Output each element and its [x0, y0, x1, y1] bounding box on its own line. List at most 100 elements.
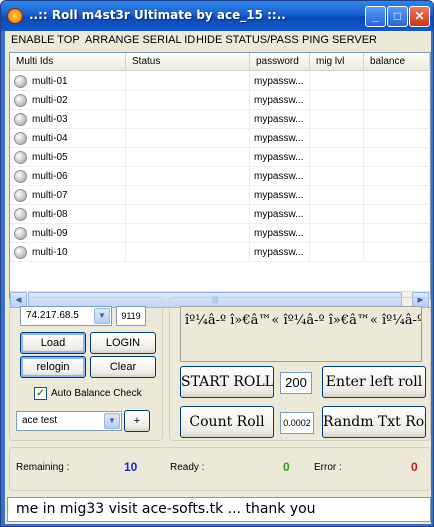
- error-count: 0: [411, 460, 418, 474]
- list-row[interactable]: multi-08 mypassw...: [10, 205, 430, 224]
- app-window: ..:: Roll m4st3r Ultimate by ace_15 ::..…: [0, 0, 434, 527]
- row-balance-cell: [364, 243, 430, 262]
- ready-label: Ready :: [170, 462, 205, 473]
- row-status-cell: [126, 129, 250, 148]
- row-multi-id: multi-03: [32, 114, 68, 125]
- room-select[interactable]: ace test ▼: [16, 411, 122, 431]
- row-status-cell: [126, 148, 250, 167]
- row-mig-lvl-cell: [310, 205, 364, 224]
- server-port-field[interactable]: 9119: [116, 306, 146, 326]
- row-password-cell: mypassw...: [250, 243, 310, 262]
- menu-enable-top[interactable]: ENABLE TOP: [11, 34, 80, 46]
- status-dot-icon: [14, 246, 27, 259]
- row-password: mypassw...: [254, 152, 304, 163]
- column-password[interactable]: password: [250, 53, 310, 71]
- list-row[interactable]: multi-02 mypassw...: [10, 91, 430, 110]
- row-status-cell: [126, 243, 250, 262]
- minimize-button[interactable]: _: [365, 6, 386, 27]
- footer-text: me in mig33 visit ace-softs.tk ... thank…: [16, 501, 316, 517]
- roll-panel: îº¼â-º î»€â™« îº¼â-º î»€â™« îº¼â-º î» ST…: [169, 297, 431, 441]
- row-multi-id: multi-07: [32, 190, 68, 201]
- row-password: mypassw...: [254, 247, 304, 258]
- row-password: mypassw...: [254, 133, 304, 144]
- row-balance-cell: [364, 205, 430, 224]
- footer-message: me in mig33 visit ace-softs.tk ... thank…: [7, 497, 431, 522]
- row-multi-id: multi-09: [32, 228, 68, 239]
- random-text-roll-button[interactable]: Randm Txt Roll: [322, 406, 426, 438]
- row-password: mypassw...: [254, 190, 304, 201]
- auto-balance-checkbox[interactable]: ✓: [34, 387, 47, 400]
- marquee-text: îº¼â-º î»€â™« îº¼â-º î»€â™« îº¼â-º î»: [185, 313, 422, 328]
- client-area: ENABLE TOP ARRANGE SERIAL ID HIDE STATUS…: [5, 31, 431, 524]
- row-multi-id-cell: multi-08: [10, 205, 126, 224]
- row-multi-id-cell: multi-09: [10, 224, 126, 243]
- enter-left-roll-button[interactable]: Enter left roll: [322, 366, 426, 398]
- row-balance-cell: [364, 110, 430, 129]
- list-row[interactable]: multi-10 mypassw...: [10, 243, 430, 262]
- row-balance-cell: [364, 186, 430, 205]
- close-button[interactable]: ✕: [409, 6, 430, 27]
- row-multi-id: multi-02: [32, 95, 68, 106]
- menu-ping-server[interactable]: PING SERVER: [302, 34, 377, 46]
- remaining-count: 10: [124, 460, 138, 474]
- row-password-cell: mypassw...: [250, 205, 310, 224]
- row-balance-cell: [364, 167, 430, 186]
- clear-button[interactable]: Clear: [90, 356, 156, 378]
- row-password: mypassw...: [254, 76, 304, 87]
- chevron-down-icon[interactable]: ▼: [94, 308, 110, 324]
- list-row[interactable]: multi-03 mypassw...: [10, 110, 430, 129]
- row-mig-lvl-cell: [310, 91, 364, 110]
- row-multi-id: multi-10: [32, 247, 68, 258]
- roll-count-field[interactable]: 200: [280, 372, 312, 394]
- row-password: mypassw...: [254, 171, 304, 182]
- list-row[interactable]: multi-05 mypassw...: [10, 148, 430, 167]
- auto-balance-label: Auto Balance Check: [51, 388, 142, 399]
- row-password-cell: mypassw...: [250, 224, 310, 243]
- row-password-cell: mypassw...: [250, 167, 310, 186]
- list-row[interactable]: multi-01 mypassw...: [10, 72, 430, 91]
- row-mig-lvl-cell: [310, 243, 364, 262]
- roll-delay-field[interactable]: 0.0002: [280, 412, 314, 434]
- status-summary: Remaining : 10 Ready : 0 Error : 0: [9, 447, 431, 491]
- title-bar[interactable]: ..:: Roll m4st3r Ultimate by ace_15 ::..…: [1, 1, 433, 31]
- ready-count: 0: [283, 460, 290, 474]
- relogin-button[interactable]: relogin: [20, 356, 86, 378]
- row-status-cell: [126, 186, 250, 205]
- load-button[interactable]: Load: [20, 332, 86, 354]
- count-roll-button[interactable]: Count Roll: [180, 406, 274, 438]
- menu-hide-status-pass[interactable]: HIDE STATUS/PASS: [196, 34, 299, 46]
- start-roll-button[interactable]: START ROLL: [180, 366, 274, 398]
- row-password: mypassw...: [254, 228, 304, 239]
- login-button[interactable]: LOGIN: [90, 332, 156, 354]
- multi-id-list[interactable]: Multi Ids Status password mig lvl balanc…: [9, 52, 431, 308]
- remaining-label: Remaining :: [16, 462, 70, 473]
- status-dot-icon: [14, 132, 27, 145]
- status-dot-icon: [14, 75, 27, 88]
- list-row[interactable]: multi-06 mypassw...: [10, 167, 430, 186]
- column-mig-lvl[interactable]: mig lvl: [310, 53, 364, 71]
- row-multi-id: multi-08: [32, 209, 68, 220]
- server-ip-select[interactable]: 74.217.68.5 ▼: [20, 306, 112, 326]
- row-multi-id-cell: multi-05: [10, 148, 126, 167]
- column-balance[interactable]: balance: [364, 53, 430, 71]
- row-status-cell: [126, 224, 250, 243]
- add-room-button[interactable]: +: [124, 410, 150, 432]
- server-ip-value: 74.217.68.5: [26, 310, 79, 321]
- row-status-cell: [126, 110, 250, 129]
- list-row[interactable]: multi-04 mypassw...: [10, 129, 430, 148]
- row-multi-id-cell: multi-02: [10, 91, 126, 110]
- column-multi-ids[interactable]: Multi Ids: [10, 53, 126, 71]
- row-password-cell: mypassw...: [250, 129, 310, 148]
- row-mig-lvl-cell: [310, 110, 364, 129]
- list-row[interactable]: multi-07 mypassw...: [10, 186, 430, 205]
- chevron-down-icon[interactable]: ▼: [104, 413, 120, 429]
- status-dot-icon: [14, 227, 27, 240]
- row-password-cell: mypassw...: [250, 186, 310, 205]
- row-balance-cell: [364, 148, 430, 167]
- list-row[interactable]: multi-09 mypassw...: [10, 224, 430, 243]
- menu-arrange-serial-id[interactable]: ARRANGE SERIAL ID: [85, 34, 195, 46]
- row-password-cell: mypassw...: [250, 72, 310, 91]
- row-balance-cell: [364, 224, 430, 243]
- maximize-button[interactable]: □: [387, 6, 408, 27]
- column-status[interactable]: Status: [126, 53, 250, 71]
